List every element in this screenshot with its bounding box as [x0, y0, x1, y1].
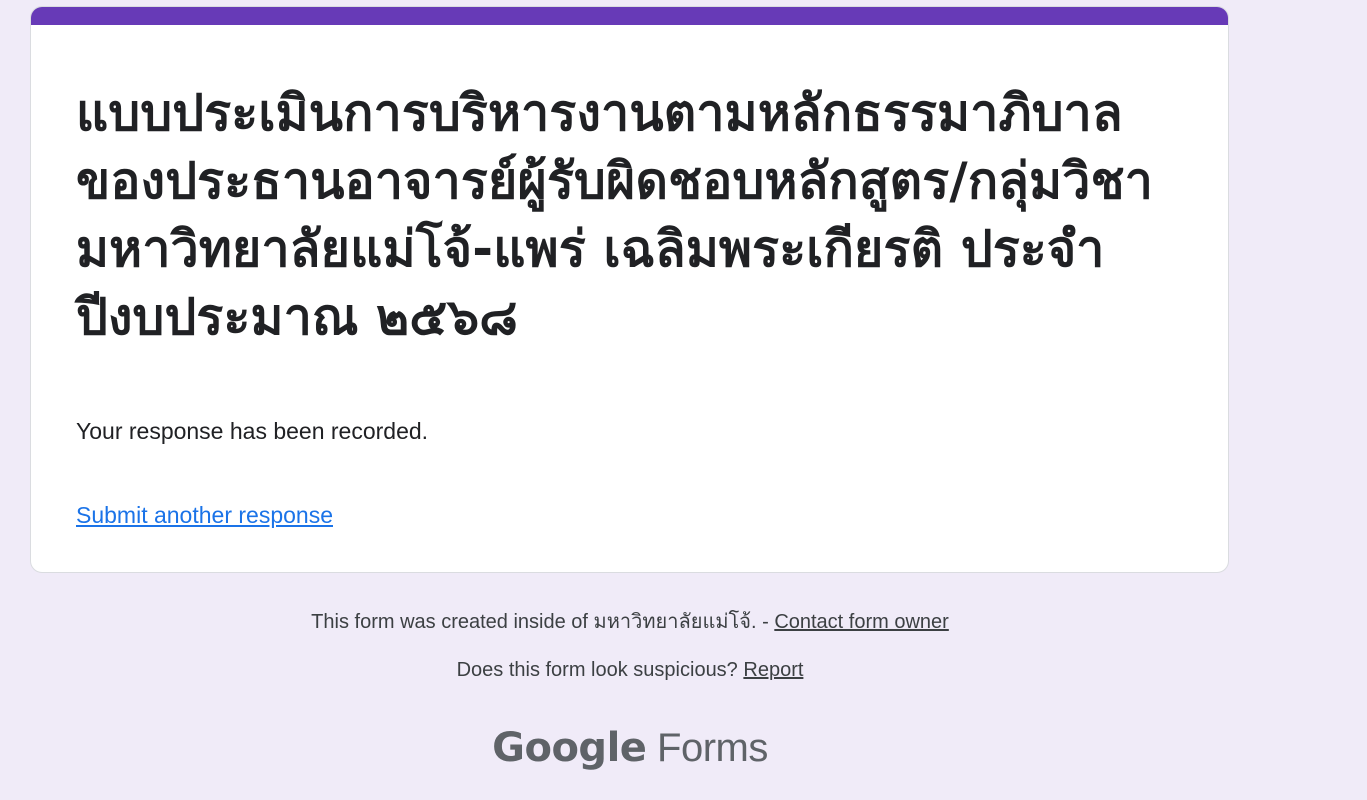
confirmation-message: Your response has been recorded.	[76, 418, 429, 444]
report-link[interactable]: Report	[743, 659, 803, 681]
card-accent-bar	[31, 7, 1228, 25]
form-origin-text: This form was created inside of มหาวิทยา…	[311, 611, 775, 633]
contact-form-owner-link[interactable]: Contact form owner	[774, 611, 949, 633]
submit-another-response-link[interactable]: Submit another response	[76, 499, 333, 531]
forms-wordmark: Forms	[657, 726, 768, 770]
google-wordmark: Google	[492, 725, 647, 771]
form-origin-note: This form was created inside of มหาวิทยา…	[0, 608, 1260, 636]
form-card: แบบประเมินการบริหารงานตามหลักธรรมาภิบาลข…	[30, 6, 1229, 573]
suspicious-form-text: Does this form look suspicious?	[456, 659, 744, 681]
suspicious-form-note: Does this form look suspicious? Report	[0, 656, 1260, 684]
google-forms-logo[interactable]: Google Forms	[0, 722, 1260, 774]
form-title: แบบประเมินการบริหารงานตามหลักธรรมาภิบาลข…	[76, 84, 1153, 346]
